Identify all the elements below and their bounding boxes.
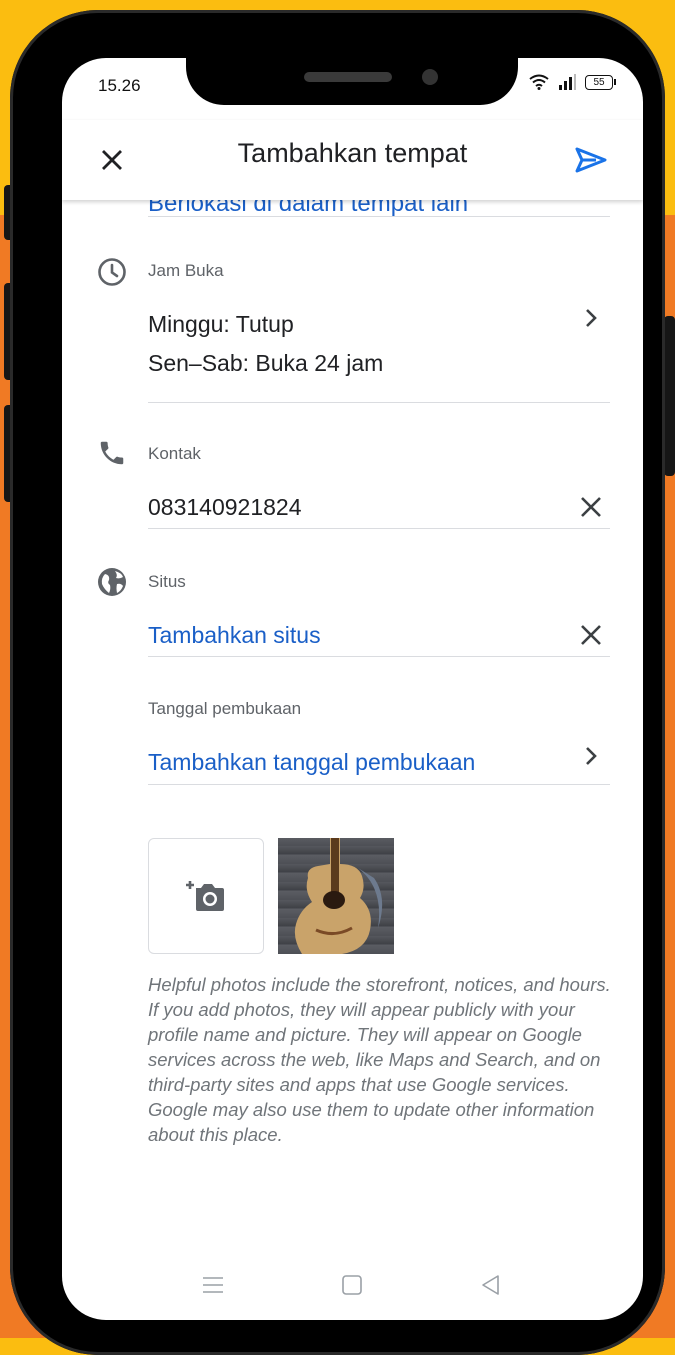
divider xyxy=(148,528,610,529)
speaker xyxy=(304,72,392,82)
clear-contact-icon[interactable] xyxy=(577,493,605,521)
contact-label: Kontak xyxy=(148,444,201,463)
photo-thumbnail[interactable] xyxy=(278,838,394,954)
send-button[interactable] xyxy=(569,140,613,180)
send-icon xyxy=(575,147,607,173)
nav-back-icon[interactable] xyxy=(476,1270,506,1300)
divider xyxy=(148,402,610,403)
form-content: Berlokasi di dalam tempat lain Jam Buka … xyxy=(62,58,643,1320)
phone-icon xyxy=(96,437,128,469)
hours-line-2: Sen–Sab: Buka 24 jam xyxy=(148,350,384,376)
website-label: Situs xyxy=(148,572,186,591)
notch xyxy=(186,58,518,105)
contact-input[interactable]: 083140921824 xyxy=(148,494,302,521)
chevron-right-icon[interactable] xyxy=(581,744,601,768)
nav-home-icon[interactable] xyxy=(337,1270,367,1300)
app-bar: Tambahkan tempat xyxy=(62,120,643,200)
opening-date-label: Tanggal pembukaan xyxy=(148,699,302,718)
front-camera xyxy=(422,69,438,85)
divider xyxy=(148,656,610,657)
website-input[interactable]: Tambahkan situs xyxy=(148,622,321,649)
nav-menu-icon[interactable] xyxy=(198,1270,228,1300)
phone-screen: 15.26 55 Berlokasi di dalam tempat lain xyxy=(62,58,643,1320)
phone-side-button-4 xyxy=(664,316,675,476)
hours-line-1: Minggu: Tutup xyxy=(148,311,294,337)
clear-website-icon[interactable] xyxy=(577,621,605,649)
hours-label: Jam Buka xyxy=(148,261,224,280)
photo-disclaimer: Helpful photos include the storefront, n… xyxy=(148,974,611,1145)
divider xyxy=(148,784,610,785)
add-photo-button[interactable] xyxy=(148,838,264,954)
page-title: Tambahkan tempat xyxy=(237,138,468,168)
opening-date-field[interactable]: Tambahkan tanggal pembukaan xyxy=(148,749,475,776)
phone-frame: 15.26 55 Berlokasi di dalam tempat lain xyxy=(10,10,665,1355)
system-nav-bar xyxy=(62,1270,643,1300)
add-photo-icon xyxy=(186,881,224,911)
clock-icon xyxy=(96,256,128,288)
chevron-right-icon[interactable] xyxy=(581,306,601,330)
globe-icon xyxy=(96,566,128,598)
